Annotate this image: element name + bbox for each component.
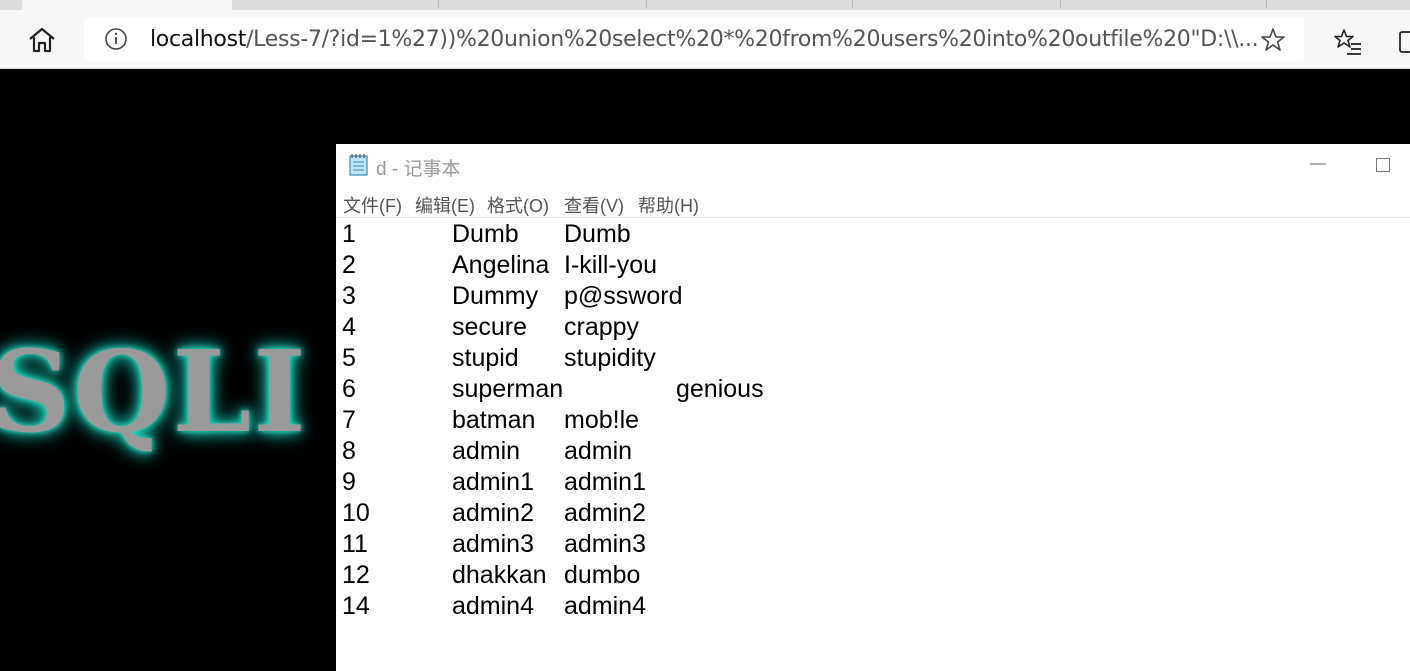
line-password: admin1 [564,468,646,496]
text-line: 5 stupid stupidity [336,344,1410,375]
star-icon[interactable] [1260,27,1286,53]
line-id: 10 [342,499,370,527]
text-line: 4 secure crappy [336,313,1410,344]
notepad-icon [348,153,370,177]
tab-separator [1266,0,1267,8]
line-username: Angelina [452,251,550,279]
line-username: stupid [452,344,519,372]
line-password: mob!le [564,406,640,434]
active-tab[interactable] [22,0,232,10]
line-username: dhakkan [452,561,547,589]
line-username: admin4 [452,592,534,620]
tab-strip [0,0,1410,10]
menu-help[interactable]: 帮助(H) [638,192,699,218]
line-username: admin1 [452,468,534,496]
text-line: 2 Angelina I-kill-you [336,251,1410,282]
line-password: genious [676,375,764,403]
line-id: 12 [342,561,370,589]
collections-icon[interactable] [1396,28,1410,56]
line-id: 14 [342,592,370,620]
text-line: 10 admin2 admin2 [336,499,1410,530]
tab-separator [852,0,853,8]
notepad-title: d - 记事本 [376,159,461,180]
line-id: 9 [342,468,356,496]
line-username: superman [452,375,564,403]
address-bar[interactable]: localhost/Less-7/?id=1%27))%20union%20se… [84,17,1304,61]
line-password: Dumb [564,220,631,248]
line-password: admin2 [564,499,646,527]
text-line: 14 admin4 admin4 [336,592,1410,623]
text-line: 11 admin3 admin3 [336,530,1410,561]
url-text[interactable]: localhost/Less-7/?id=1%27))%20union%20se… [150,27,1259,52]
line-id: 1 [342,220,356,248]
line-id: 2 [342,251,356,279]
notepad-text-area[interactable]: 1 Dumb Dumb 2 Angelina I-kill-you 3 Dumm… [336,220,1410,670]
maximize-button[interactable] [1376,158,1390,172]
info-icon[interactable] [104,27,128,51]
text-line: 1 Dumb Dumb [336,220,1410,251]
text-line: 12 dhakkan dumbo [336,561,1410,592]
line-id: 8 [342,437,356,465]
url-host: localhost [150,27,247,52]
tab-separator [438,0,439,8]
browser-toolbar: localhost/Less-7/?id=1%27))%20union%20se… [0,10,1410,69]
line-id: 3 [342,282,356,310]
menu-file[interactable]: 文件(F) [343,192,402,218]
line-username: Dumb [452,220,519,248]
menu-view[interactable]: 查看(V) [564,192,624,218]
home-icon[interactable] [26,26,58,54]
notepad-window: d - 记事本 文件(F) 编辑(E) 格式(O) 查看(V) 帮助(H) 1 … [336,144,1410,671]
line-id: 6 [342,375,356,403]
line-username: batman [452,406,536,434]
text-line: 8 admin admin [336,437,1410,468]
line-username: admin2 [452,499,534,527]
line-username: admin [452,437,521,465]
text-line: 9 admin1 admin1 [336,468,1410,499]
line-id: 7 [342,406,356,434]
favorites-icon[interactable] [1334,28,1362,56]
notepad-titlebar[interactable]: d - 记事本 [336,144,1410,186]
tab-separator [1060,0,1061,8]
line-password: stupidity [564,344,656,372]
line-password: p@ssword [564,282,683,310]
line-password: crappy [564,313,640,341]
menu-edit[interactable]: 编辑(E) [415,192,475,218]
text-line: 3 Dummy p@ssword [336,282,1410,313]
line-username: Dummy [452,282,539,310]
line-id: 4 [342,313,356,341]
minimize-button[interactable] [1306,154,1330,174]
line-id: 5 [342,344,356,372]
line-username: secure [452,313,528,341]
line-password: admin [564,437,633,465]
notepad-menubar: 文件(F) 编辑(E) 格式(O) 查看(V) 帮助(H) [336,188,1410,218]
line-username: admin3 [452,530,534,558]
text-line: 7 batman mob!le [336,406,1410,437]
tab-separator [646,0,647,8]
text-line: 6 superman genious [336,375,1410,406]
line-password: admin3 [564,530,646,558]
line-password: I-kill-you [564,251,658,279]
line-password: admin4 [564,592,646,620]
url-path: /Less-7/?id=1%27))%20union%20select%20*%… [246,27,1259,52]
menu-format[interactable]: 格式(O) [487,192,549,218]
line-password: dumbo [564,561,641,589]
line-id: 11 [342,530,368,558]
